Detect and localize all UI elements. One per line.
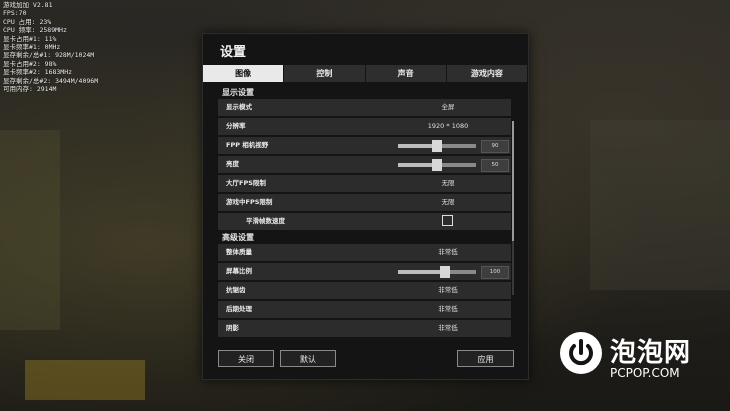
setting-label: 亮度 (226, 160, 239, 168)
slider-thumb[interactable] (432, 140, 442, 152)
logo-subtext: PCPOP.COM (610, 366, 680, 380)
screen-scale-slider[interactable] (398, 266, 476, 278)
section-display-settings: 显示设置 (222, 88, 254, 97)
setting-label: 整体质量 (226, 248, 252, 256)
performance-overlay: 游戏加加 V2.81 FPS:70 CPU 占用: 23% CPU 频率: 25… (0, 0, 101, 94)
setting-value[interactable]: 无限 (398, 194, 498, 211)
setting-overall-quality[interactable]: 整体质量 非常低 (218, 244, 511, 261)
section-advanced-settings: 高级设置 (222, 233, 254, 242)
brightness-input[interactable]: 50 (481, 159, 509, 172)
tab-gameplay[interactable]: 游戏内容 (446, 65, 528, 82)
slider-fill (398, 270, 445, 274)
pcpop-watermark: 泡泡网 PCPOP.COM (560, 332, 725, 388)
setting-display-mode[interactable]: 显示模式 全屏 (218, 99, 511, 116)
brightness-slider[interactable] (398, 159, 476, 171)
setting-value[interactable]: 全屏 (398, 99, 498, 116)
settings-dialog: 设置 图像 控制 声音 游戏内容 显示设置 显示模式 全屏 分辨率 1920 *… (202, 33, 529, 380)
setting-value[interactable]: 非常低 (398, 282, 498, 299)
setting-label: 屏幕比例 (226, 267, 252, 275)
setting-label: 大厅FPS限制 (226, 179, 266, 187)
apply-button[interactable]: 应用 (457, 350, 514, 367)
setting-label: 游戏中FPS限制 (226, 198, 273, 206)
setting-value[interactable]: 1920 * 1080 (398, 118, 498, 135)
overlay-line: 显卡占用#1: 11% (3, 34, 57, 43)
setting-label: 阴影 (226, 324, 239, 332)
setting-label: 平滑帧数速度 (246, 217, 285, 225)
overlay-line: 可用内存: 2914M (3, 85, 57, 94)
overlay-line: CPU 频率: 2589MHz (3, 26, 67, 35)
setting-anti-aliasing[interactable]: 抗锯齿 非常低 (218, 282, 511, 299)
fpp-fov-slider[interactable] (398, 140, 476, 152)
tab-graphics[interactable]: 图像 (203, 65, 285, 82)
overlay-line: 显存剩余/总#2: 3494M/4096M (3, 76, 99, 85)
power-icon-svg (561, 333, 601, 373)
setting-smooth-frame-rate: 平滑帧数速度 (218, 213, 511, 230)
smooth-frame-checkbox[interactable] (442, 215, 453, 226)
setting-shadows[interactable]: 阴影 非常低 (218, 320, 511, 337)
overlay-line: 显存剩余/总#1: 928M/1024M (3, 51, 95, 60)
setting-label: 后期处理 (226, 305, 252, 313)
setting-fpp-fov: FPP 相机视野 90 (218, 137, 511, 154)
overlay-line: 显卡频率#2: 1683MHz (3, 68, 73, 77)
setting-value[interactable]: 非常低 (398, 244, 498, 261)
setting-brightness: 亮度 50 (218, 156, 511, 173)
tab-controls[interactable]: 控制 (284, 65, 366, 82)
background-banner (25, 360, 145, 400)
tab-sound[interactable]: 声音 (365, 65, 447, 82)
dialog-title: 设置 (220, 45, 247, 60)
slider-thumb[interactable] (432, 159, 442, 171)
overlay-line: 显卡占用#2: 98% (3, 59, 57, 68)
scrollbar-thumb[interactable] (512, 121, 514, 241)
overlay-line: FPS:70 (3, 9, 27, 18)
setting-ingame-fps-limit[interactable]: 游戏中FPS限制 无限 (218, 194, 511, 211)
slider-thumb[interactable] (439, 266, 450, 278)
screen-scale-input[interactable]: 100 (481, 266, 509, 279)
setting-lobby-fps-limit[interactable]: 大厅FPS限制 无限 (218, 175, 511, 192)
fpp-fov-input[interactable]: 90 (481, 140, 509, 153)
setting-resolution[interactable]: 分辨率 1920 * 1080 (218, 118, 511, 135)
close-button[interactable]: 关闭 (218, 350, 274, 367)
settings-content: 显示设置 显示模式 全屏 分辨率 1920 * 1080 FPP 相机视野 90… (218, 87, 511, 364)
settings-tabs: 图像 控制 声音 游戏内容 (203, 65, 528, 82)
setting-value[interactable]: 无限 (398, 175, 498, 192)
power-icon (560, 332, 602, 374)
setting-label: 显示模式 (226, 103, 252, 111)
setting-screen-scale: 屏幕比例 100 (218, 263, 511, 280)
settings-scrollbar[interactable] (512, 121, 514, 295)
overlay-line: CPU 占用: 23% (3, 17, 52, 26)
background-panel-left (0, 130, 60, 330)
background-panel-right (590, 120, 730, 290)
logo-text: 泡泡网 (610, 338, 692, 368)
setting-post-processing[interactable]: 后期处理 非常低 (218, 301, 511, 318)
setting-value[interactable]: 非常低 (398, 320, 498, 337)
setting-label: 分辨率 (226, 122, 246, 130)
setting-value[interactable]: 非常低 (398, 301, 498, 318)
setting-label: FPP 相机视野 (226, 141, 269, 149)
setting-label: 抗锯齿 (226, 286, 246, 294)
default-button[interactable]: 默认 (280, 350, 336, 367)
